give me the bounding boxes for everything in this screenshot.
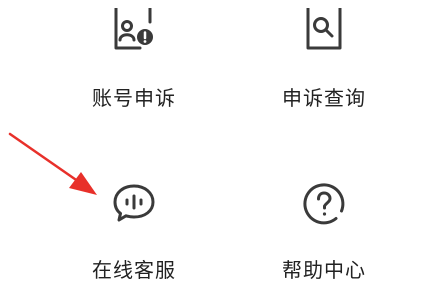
appeal-search-tile[interactable]: 申诉查询: [249, 0, 399, 115]
help-center-label: 帮助中心: [282, 258, 366, 282]
account-appeal-tile[interactable]: 账号申诉: [59, 0, 209, 115]
appeal-search-icon: [302, 2, 346, 56]
online-service-tile[interactable]: 在线客服: [59, 170, 209, 285]
online-service-icon: [110, 182, 158, 232]
account-appeal-label: 账号申诉: [92, 86, 176, 110]
online-service-label: 在线客服: [92, 258, 176, 282]
appeal-search-label: 申诉查询: [282, 86, 366, 110]
account-appeal-icon: [110, 2, 158, 56]
help-center-icon: [300, 180, 348, 232]
help-center-tile[interactable]: 帮助中心: [249, 170, 399, 285]
